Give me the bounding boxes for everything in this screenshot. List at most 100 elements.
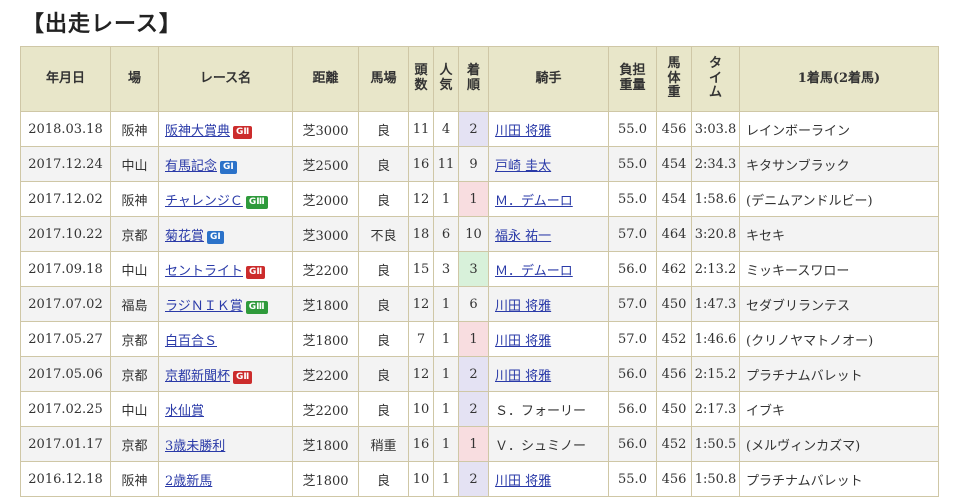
cell-time: 3:03.8 <box>691 111 740 147</box>
jockey-link[interactable]: 福永 祐一 <box>495 229 551 244</box>
cell-race-name: 水仙賞 <box>158 391 293 427</box>
cell-popularity: 11 <box>433 146 459 182</box>
cell-track: 中山 <box>110 251 159 287</box>
header-jockey: 騎手 <box>488 46 609 112</box>
grade-badge: GⅠ <box>207 230 224 244</box>
cell-going: 良 <box>358 251 409 287</box>
cell-race-name: セントライト GⅡ <box>158 251 293 287</box>
cell-going: 良 <box>358 356 409 392</box>
grade-badge: GⅡ <box>233 125 253 139</box>
grade-badge: GⅢ <box>245 195 268 209</box>
cell-jockey: 川田 将雅 <box>488 461 609 497</box>
race-link[interactable]: ラジＮＩＫ賞 <box>165 299 243 314</box>
header-row: 年月日 場 レース名 距離 馬場 頭数 人気 着順 騎手 負担 重量 馬体重 タイ… <box>20 46 939 112</box>
cell-finish: 1 <box>458 321 489 357</box>
grade-badge: GⅡ <box>233 370 253 384</box>
cell-jockey: 川田 将雅 <box>488 356 609 392</box>
cell-weight-carried: 56.0 <box>608 426 657 462</box>
cell-body-weight: 450 <box>656 391 692 427</box>
jockey-link[interactable]: Ｍ．デムーロ <box>495 194 573 209</box>
cell-date: 2017.12.24 <box>20 146 111 182</box>
cell-distance: 芝2500 <box>292 146 359 182</box>
cell-field-size: 11 <box>408 111 434 147</box>
race-link[interactable]: 3歳未勝利 <box>165 439 225 454</box>
cell-distance: 芝2200 <box>292 391 359 427</box>
cell-popularity: 3 <box>433 251 459 287</box>
cell-jockey: Ｍ．デムーロ <box>488 181 609 217</box>
race-link[interactable]: 2歳新馬 <box>165 474 212 489</box>
cell-winner: (クリノヤマトノオー) <box>739 321 939 357</box>
jockey-link[interactable]: 川田 将雅 <box>495 474 551 489</box>
header-race-name: レース名 <box>158 46 293 112</box>
cell-track: 阪神 <box>110 461 159 497</box>
cell-date: 2017.01.17 <box>20 426 111 462</box>
cell-time: 1:58.6 <box>691 181 740 217</box>
cell-weight-carried: 56.0 <box>608 251 657 287</box>
race-link[interactable]: セントライト <box>165 264 243 279</box>
race-link[interactable]: 白百合Ｓ <box>165 334 217 349</box>
table-row: 2017.12.02 阪神 チャレンジＣ GⅢ 芝2000 良 12 1 1 Ｍ．デムーロ 55.0… <box>20 181 939 217</box>
race-link[interactable]: 京都新聞杯 <box>165 369 230 384</box>
cell-jockey: Ｍ．デムーロ <box>488 251 609 287</box>
cell-race-name: 菊花賞 GⅠ <box>158 216 293 252</box>
race-link[interactable]: 有馬記念 <box>165 159 217 174</box>
cell-field-size: 10 <box>408 461 434 497</box>
race-link[interactable]: 阪神大賞典 <box>165 124 230 139</box>
table-row: 2017.05.27 京都 白百合Ｓ 芝1800 良 7 1 1 川田 将雅 57.0 452 1:4… <box>20 321 939 357</box>
cell-body-weight: 454 <box>656 146 692 182</box>
cell-weight-carried: 55.0 <box>608 146 657 182</box>
cell-body-weight: 456 <box>656 111 692 147</box>
cell-jockey: Ｖ．シュミノー <box>488 426 609 462</box>
jockey-link[interactable]: 川田 将雅 <box>495 369 551 384</box>
cell-finish: 3 <box>458 251 489 287</box>
cell-track: 京都 <box>110 356 159 392</box>
jockey-link[interactable]: 川田 将雅 <box>495 334 551 349</box>
table-row: 2018.03.18 阪神 阪神大賞典 GⅡ 芝3000 良 11 4 2 川田 将雅 55.0 45… <box>20 111 939 147</box>
cell-weight-carried: 55.0 <box>608 111 657 147</box>
cell-race-name: ラジＮＩＫ賞 GⅢ <box>158 286 293 322</box>
cell-body-weight: 462 <box>656 251 692 287</box>
jockey-name: Ｖ．シュミノー <box>495 438 587 454</box>
jockey-link[interactable]: 川田 将雅 <box>495 299 551 314</box>
cell-field-size: 7 <box>408 321 434 357</box>
cell-date: 2017.02.25 <box>20 391 111 427</box>
cell-date: 2018.03.18 <box>20 111 111 147</box>
cell-winner: キセキ <box>739 216 939 252</box>
cell-time: 2:17.3 <box>691 391 740 427</box>
cell-body-weight: 454 <box>656 181 692 217</box>
cell-weight-carried: 57.0 <box>608 286 657 322</box>
header-body-weight: 馬体重 <box>656 46 692 112</box>
race-link[interactable]: 水仙賞 <box>165 404 204 419</box>
cell-date: 2017.12.02 <box>20 181 111 217</box>
cell-distance: 芝2200 <box>292 251 359 287</box>
cell-distance: 芝3000 <box>292 111 359 147</box>
cell-winner: キタサンブラック <box>739 146 939 182</box>
cell-distance: 芝1800 <box>292 286 359 322</box>
cell-track: 阪神 <box>110 181 159 217</box>
race-link[interactable]: チャレンジＣ <box>165 194 243 209</box>
race-link[interactable]: 菊花賞 <box>165 229 204 244</box>
cell-jockey: Ｓ．フォーリー <box>488 391 609 427</box>
cell-jockey: 福永 祐一 <box>488 216 609 252</box>
jockey-link[interactable]: 戸崎 圭太 <box>495 159 551 174</box>
cell-winner: (メルヴィンカズマ) <box>739 426 939 462</box>
race-results-table: 年月日 場 レース名 距離 馬場 頭数 人気 着順 騎手 負担 重量 馬体重 タイ… <box>20 46 939 497</box>
cell-weight-carried: 56.0 <box>608 356 657 392</box>
jockey-link[interactable]: Ｍ．デムーロ <box>495 264 573 279</box>
cell-popularity: 1 <box>433 181 459 217</box>
cell-weight-carried: 57.0 <box>608 216 657 252</box>
cell-body-weight: 456 <box>656 356 692 392</box>
header-field-size: 頭数 <box>408 46 434 112</box>
cell-jockey: 川田 将雅 <box>488 321 609 357</box>
table-row: 2017.12.24 中山 有馬記念 GⅠ 芝2500 良 16 11 9 戸崎 圭太 55.0 45… <box>20 146 939 182</box>
cell-time: 1:50.5 <box>691 426 740 462</box>
cell-race-name: 3歳未勝利 <box>158 426 293 462</box>
cell-weight-carried: 55.0 <box>608 461 657 497</box>
header-popularity: 人気 <box>433 46 459 112</box>
cell-going: 良 <box>358 111 409 147</box>
jockey-link[interactable]: 川田 将雅 <box>495 124 551 139</box>
cell-track: 中山 <box>110 146 159 182</box>
cell-track: 中山 <box>110 391 159 427</box>
jockey-name: Ｓ．フォーリー <box>495 403 587 419</box>
cell-popularity: 1 <box>433 356 459 392</box>
